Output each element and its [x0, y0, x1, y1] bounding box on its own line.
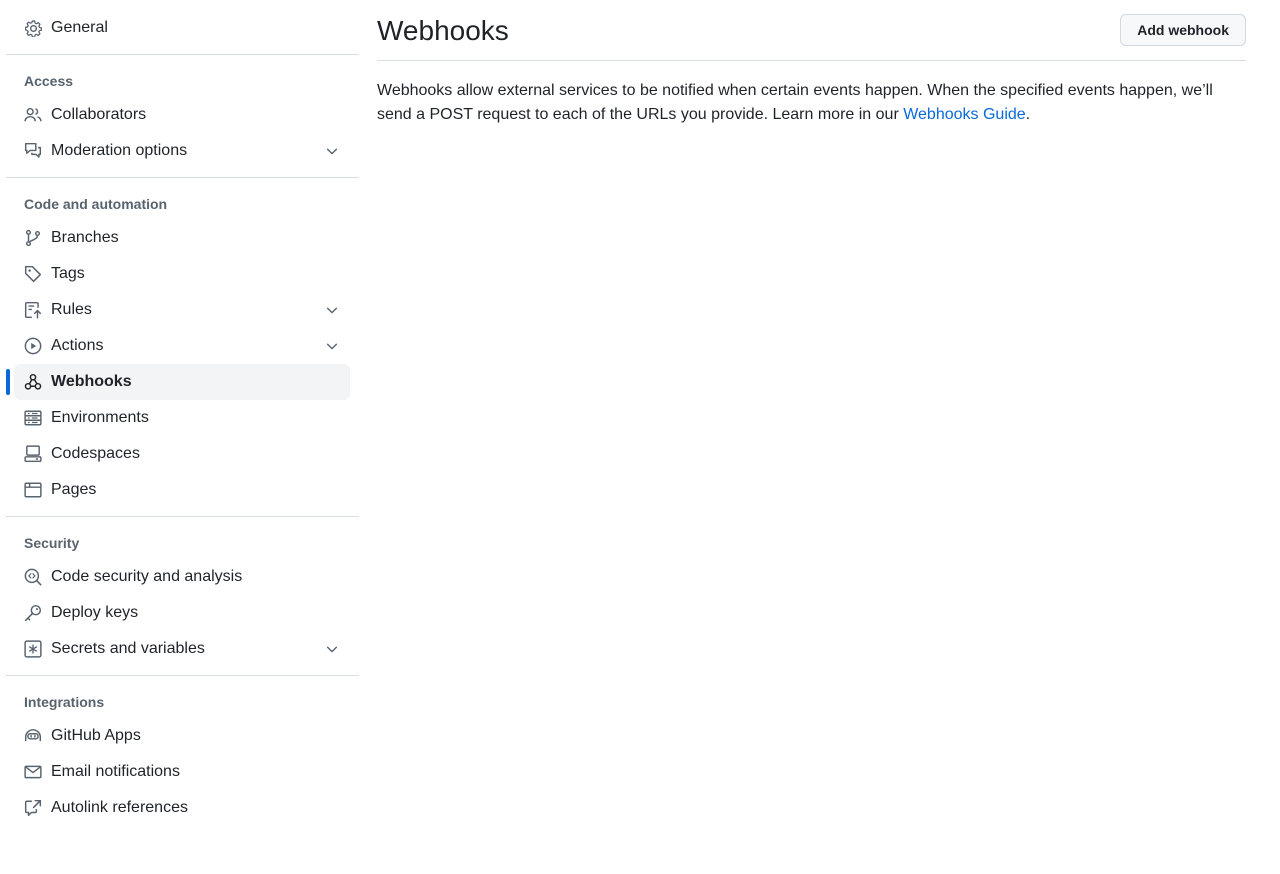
sidebar-item-label: GitHub Apps — [51, 727, 141, 744]
main-content: Webhooks Add webhook Webhooks allow exte… — [377, 0, 1246, 127]
codescan-icon — [24, 568, 42, 586]
chevron-down-icon[interactable] — [324, 338, 340, 354]
sidebar-item-secrets-and-variables[interactable]: Secrets and variables — [14, 631, 350, 667]
settings-page: General Access Collaborators Moderation … — [0, 0, 1280, 874]
sidebar-item-branches[interactable]: Branches — [14, 220, 350, 256]
people-icon — [24, 106, 42, 124]
sidebar-item-label: Secrets and variables — [51, 640, 205, 657]
git-branch-icon — [24, 229, 42, 247]
sidebar-item-github-apps[interactable]: GitHub Apps — [14, 718, 350, 754]
sidebar-item-tags[interactable]: Tags — [14, 256, 350, 292]
divider — [6, 516, 359, 517]
cross-reference-icon — [24, 799, 42, 817]
mail-icon — [24, 763, 42, 781]
sidebar-item-label: Collaborators — [51, 106, 147, 123]
divider — [6, 54, 359, 55]
group-heading-code-and-automation: Code and automation — [24, 196, 168, 212]
divider — [6, 675, 359, 676]
chevron-down-icon[interactable] — [324, 143, 340, 159]
settings-sidebar: General Access Collaborators Moderation … — [6, 10, 359, 826]
group-heading-access: Access — [24, 73, 74, 89]
webhook-icon — [24, 373, 42, 391]
codespaces-icon — [24, 445, 42, 463]
divider — [6, 177, 359, 178]
sidebar-item-actions[interactable]: Actions — [14, 328, 350, 364]
sidebar-item-codespaces[interactable]: Codespaces — [14, 436, 350, 472]
page-title: Webhooks — [377, 15, 509, 46]
sidebar-item-label: Email notifications — [51, 763, 180, 780]
sidebar-item-code-security[interactable]: Code security and analysis — [14, 559, 350, 595]
group-heading-security: Security — [24, 535, 80, 551]
sidebar-item-label: Pages — [51, 481, 97, 498]
sidebar-item-email-notifications[interactable]: Email notifications — [14, 754, 350, 790]
add-webhook-button[interactable]: Add webhook — [1120, 14, 1246, 46]
sidebar-item-label: Tags — [51, 265, 85, 282]
sidebar-item-deploy-keys[interactable]: Deploy keys — [14, 595, 350, 631]
group-heading-integrations: Integrations — [24, 694, 105, 710]
copilot-icon — [24, 727, 42, 745]
sidebar-item-webhooks[interactable]: Webhooks — [6, 364, 350, 400]
sidebar-item-rules[interactable]: Rules — [14, 292, 350, 328]
chevron-down-icon[interactable] — [324, 302, 340, 318]
description-end: . — [1025, 106, 1031, 123]
comment-discussion-icon — [24, 142, 42, 160]
sidebar-item-autolink-references[interactable]: Autolink references — [14, 790, 350, 826]
play-icon — [24, 337, 42, 355]
repo-push-icon — [24, 301, 42, 319]
sidebar-item-label: General — [51, 19, 108, 36]
sidebar-item-collaborators[interactable]: Collaborators — [14, 97, 350, 133]
browser-icon — [24, 481, 42, 499]
sidebar-item-general[interactable]: General — [14, 10, 350, 46]
tag-icon — [24, 265, 42, 283]
chevron-down-icon[interactable] — [324, 641, 340, 657]
server-icon — [24, 409, 42, 427]
sidebar-item-label: Webhooks — [51, 373, 132, 390]
sidebar-item-label: Moderation options — [51, 142, 188, 159]
webhooks-guide-link[interactable]: Webhooks Guide — [903, 106, 1025, 123]
sidebar-item-pages[interactable]: Pages — [14, 472, 350, 508]
description-text: Webhooks allow external services to be n… — [377, 82, 1213, 123]
sidebar-item-label: Deploy keys — [51, 604, 139, 621]
sidebar-item-label: Branches — [51, 229, 119, 246]
key-icon — [24, 604, 42, 622]
sidebar-item-label: Environments — [51, 409, 149, 426]
sidebar-item-label: Code security and analysis — [51, 568, 243, 585]
sidebar-item-environments[interactable]: Environments — [14, 400, 350, 436]
gear-icon — [24, 19, 42, 37]
asterisk-icon — [24, 640, 42, 658]
sidebar-item-moderation-options[interactable]: Moderation options — [14, 133, 350, 169]
page-description: Webhooks allow external services to be n… — [377, 79, 1246, 127]
page-header: Webhooks Add webhook — [377, 0, 1246, 61]
sidebar-item-label: Rules — [51, 301, 92, 318]
sidebar-item-label: Autolink references — [51, 799, 188, 816]
sidebar-item-label: Actions — [51, 337, 104, 354]
sidebar-item-label: Codespaces — [51, 445, 140, 462]
